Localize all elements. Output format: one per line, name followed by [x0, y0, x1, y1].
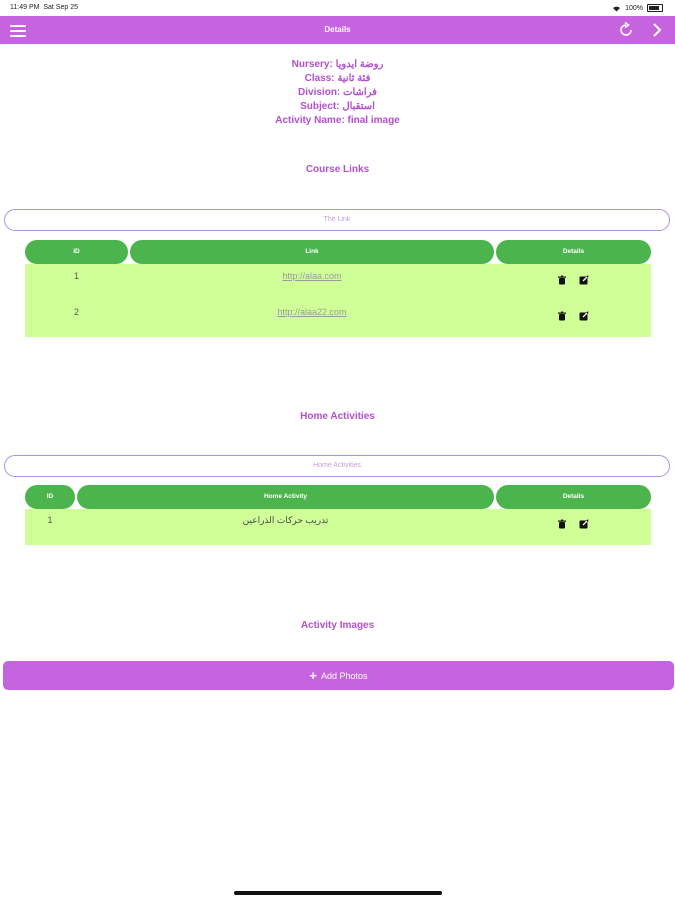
status-right: 100%: [612, 4, 663, 12]
page-title: Details: [324, 25, 351, 34]
row-id: 1: [73, 271, 79, 281]
home-activities-title: Home Activities: [300, 411, 375, 422]
row-actions: [557, 275, 589, 285]
activity-name-label: Activity Name: final image: [275, 115, 400, 126]
refresh-icon[interactable]: [617, 21, 635, 39]
chevron-right-icon[interactable]: [650, 21, 664, 39]
header-id: ID: [25, 485, 75, 509]
battery-percent: 100%: [625, 4, 643, 12]
home-activities-header: ID Home Activity Details: [25, 485, 651, 509]
class-label: Class: فئة ثانية: [304, 73, 371, 84]
wifi-icon: [613, 6, 621, 11]
header-id: ID: [25, 240, 128, 264]
battery-icon: [647, 4, 663, 12]
nursery-label: Nursery: روضة ايدويا: [291, 59, 384, 70]
trash-icon[interactable]: [557, 311, 567, 321]
edit-icon[interactable]: [579, 519, 589, 529]
home-indicator[interactable]: [234, 891, 442, 895]
row-activity: تدريب حركات الذراعين: [242, 515, 329, 525]
home-activity-search-input[interactable]: Home Activities: [4, 455, 670, 477]
row-link: http://alaa.com: [130, 271, 494, 281]
subject-label: Subject: استقبال: [300, 101, 375, 112]
add-photos-button[interactable]: + Add Photos: [3, 661, 674, 690]
plus-icon: +: [309, 668, 318, 683]
row-actions: [557, 519, 589, 529]
header-details: Details: [496, 485, 651, 509]
status-time: 11:49 PM Sat Sep 25: [10, 4, 78, 11]
header-details: Details: [496, 240, 651, 264]
trash-icon[interactable]: [557, 519, 567, 529]
edit-icon[interactable]: [579, 311, 589, 321]
add-photos-label: Add Photos: [321, 671, 368, 681]
trash-icon[interactable]: [557, 275, 567, 285]
course-link[interactable]: http://alaa.com: [282, 271, 341, 281]
row-id: 2: [73, 307, 79, 317]
division-label: Division: فراشات: [298, 87, 377, 98]
header-home-activity: Home Activity: [77, 485, 494, 509]
details-info: Nursery: روضة ايدويا Class: فئة ثانية Di…: [0, 58, 675, 128]
course-links-title: Course Links: [305, 164, 370, 175]
course-link[interactable]: http://alaa22.com: [277, 307, 346, 317]
course-links-table-body: 1 http://alaa.com 2 http://alaa22.com: [25, 264, 651, 337]
edit-icon[interactable]: [579, 275, 589, 285]
header-link: Link: [130, 240, 494, 264]
home-activities-table-body: 1 تدريب حركات الذراعين: [25, 509, 651, 545]
row-link: http://alaa22.com: [130, 307, 494, 317]
link-search-input[interactable]: The Link: [4, 209, 670, 231]
activity-images-title: Activity Images: [300, 620, 375, 631]
top-navbar: Details: [0, 16, 675, 44]
row-actions: [557, 311, 589, 321]
status-bar: 11:49 PM Sat Sep 25 100%: [0, 0, 675, 16]
row-id: 1: [47, 515, 53, 525]
course-links-header: ID Link Details: [25, 240, 651, 264]
